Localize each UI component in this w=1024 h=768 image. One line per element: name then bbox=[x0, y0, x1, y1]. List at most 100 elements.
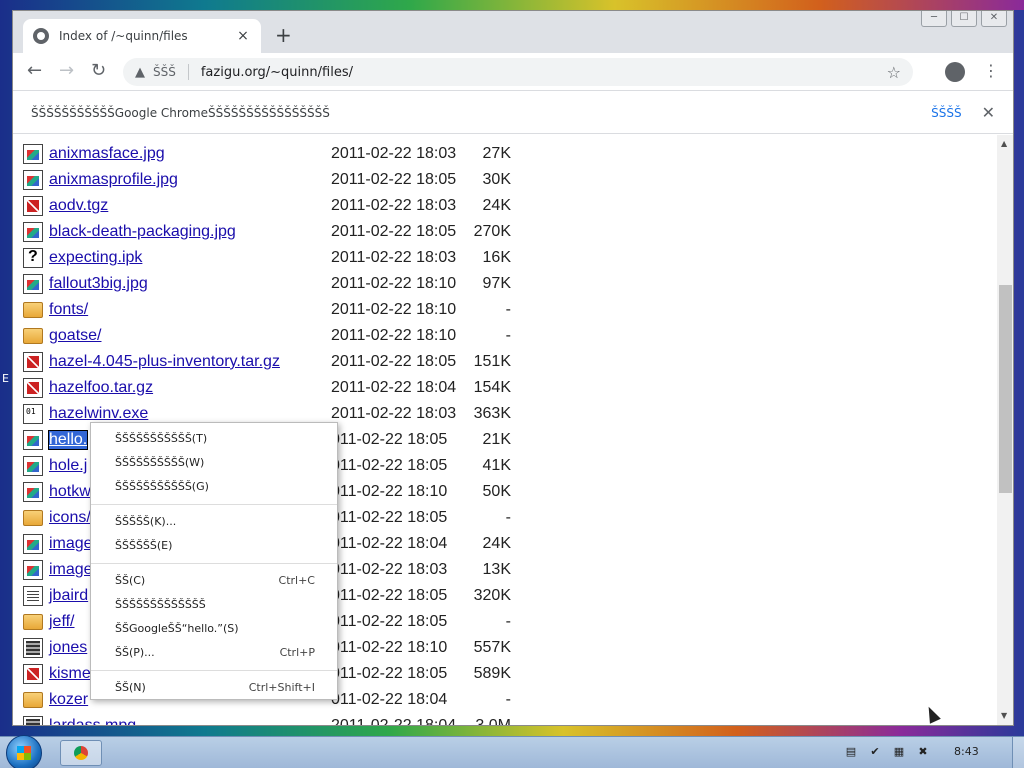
file-link[interactable]: hazel-4.045-plus-inventory.tar.gz bbox=[49, 353, 280, 371]
menu-label: ŠŠ(C) bbox=[115, 574, 146, 587]
back-button[interactable]: ← bbox=[27, 61, 42, 81]
maximize-button[interactable]: ☐ bbox=[951, 11, 977, 27]
scroll-down-arrow-icon[interactable]: ▼ bbox=[1001, 711, 1007, 720]
image-file-icon bbox=[23, 170, 43, 190]
url-text[interactable]: fazigu.org/~quinn/files/ bbox=[201, 65, 887, 80]
tab-title: Index of /~quinn/files bbox=[59, 29, 188, 43]
minimize-button[interactable]: ─ bbox=[921, 11, 947, 27]
menu-copy-link[interactable]: ŠŠŠŠŠŠ(E) bbox=[91, 535, 337, 557]
file-link[interactable]: jeff/ bbox=[49, 613, 75, 631]
file-link[interactable]: black-death-packaging.jpg bbox=[49, 223, 236, 241]
show-desktop-button[interactable] bbox=[1012, 737, 1024, 768]
file-link[interactable]: hello. bbox=[47, 430, 89, 450]
file-size: 557K bbox=[473, 639, 511, 656]
file-link[interactable]: image bbox=[49, 535, 93, 553]
file-link[interactable]: aodv.tgz bbox=[49, 197, 108, 215]
menu-label: ŠŠŠŠŠŠŠŠŠŠŠ(T) bbox=[115, 432, 208, 445]
context-menu: ŠŠŠŠŠŠŠŠŠŠŠ(T) ŠŠŠŠŠŠŠŠŠŠ(W) ŠŠŠŠŠŠŠŠŠŠŠ… bbox=[90, 422, 338, 700]
file-link[interactable]: image bbox=[49, 561, 93, 579]
menu-label: ŠŠŠŠŠŠŠŠŠŠŠŠŠ bbox=[115, 598, 206, 611]
warning-icon[interactable]: ▲ bbox=[135, 65, 145, 80]
system-tray: ▤ ✔ ▦ ✖ bbox=[844, 745, 930, 759]
menu-save-link[interactable]: ŠŠŠŠŠ(K)... bbox=[91, 511, 337, 533]
menu-copy[interactable]: ŠŠ(C) Ctrl+C bbox=[91, 570, 337, 592]
archive-file-icon bbox=[23, 352, 43, 372]
forward-button[interactable]: → bbox=[59, 61, 74, 81]
menu-open-new-tab[interactable]: ŠŠŠŠŠŠŠŠŠŠŠ(T) bbox=[91, 428, 337, 450]
menu-shortcut: Ctrl+C bbox=[278, 574, 315, 587]
menu-label: ŠŠŠŠŠŠŠŠŠŠ(W) bbox=[115, 456, 205, 469]
close-tab-icon[interactable]: × bbox=[235, 28, 251, 44]
start-button[interactable] bbox=[6, 735, 42, 768]
file-size: 97K bbox=[482, 275, 511, 292]
reload-button[interactable]: ↻ bbox=[91, 61, 106, 81]
file-size: 151K bbox=[473, 353, 511, 370]
menu-open-new-window[interactable]: ŠŠŠŠŠŠŠŠŠŠ(W) bbox=[91, 452, 337, 474]
folder-icon bbox=[23, 692, 43, 708]
volume-muted-icon[interactable]: ✖ bbox=[916, 745, 930, 759]
profile-avatar-icon[interactable] bbox=[945, 62, 965, 82]
infobar-close-icon[interactable]: ✕ bbox=[982, 103, 995, 122]
scrollbar-thumb[interactable] bbox=[999, 285, 1012, 493]
movie-file-icon bbox=[23, 716, 43, 725]
action-center-icon[interactable]: ▤ bbox=[844, 745, 858, 759]
file-size: 270K bbox=[473, 223, 511, 240]
infobar-action-button[interactable]: ŠŠŠŠ bbox=[931, 106, 961, 120]
file-link[interactable]: expecting.ipk bbox=[49, 249, 142, 267]
security-shield-icon[interactable]: ✔ bbox=[868, 745, 882, 759]
infobar-message: ŠŠŠŠŠŠŠŠŠŠŠGoogle ChromeŠŠŠŠŠŠŠŠŠŠŠŠŠŠŠŠ bbox=[31, 105, 330, 120]
image-file-icon bbox=[23, 222, 43, 242]
file-link[interactable]: kozer bbox=[49, 691, 88, 709]
file-link[interactable]: jones bbox=[49, 639, 87, 657]
menu-open-incognito[interactable]: ŠŠŠŠŠŠŠŠŠŠŠ(G) bbox=[91, 476, 337, 498]
file-link[interactable]: anixmasface.jpg bbox=[49, 145, 165, 163]
menu-copy-link-to-highlight[interactable]: ŠŠŠŠŠŠŠŠŠŠŠŠŠ bbox=[91, 594, 337, 616]
file-link[interactable]: fonts/ bbox=[49, 301, 88, 319]
file-link[interactable]: lardass.mpg bbox=[49, 717, 136, 725]
file-link[interactable]: hazelwinv.exe bbox=[49, 405, 148, 423]
globe-icon bbox=[33, 28, 49, 44]
file-link[interactable]: fallout3big.jpg bbox=[49, 275, 148, 293]
active-tab[interactable]: Index of /~quinn/files × bbox=[23, 19, 261, 53]
image-file-icon bbox=[23, 274, 43, 294]
security-label[interactable]: ŠŠŠ bbox=[153, 65, 176, 79]
unknown-file-icon bbox=[23, 248, 43, 268]
file-size: 13K bbox=[482, 561, 511, 578]
folder-icon bbox=[23, 302, 43, 318]
image-file-icon bbox=[23, 144, 43, 164]
file-size: - bbox=[505, 301, 511, 318]
bookmark-star-icon[interactable]: ☆ bbox=[887, 63, 901, 82]
chrome-menu-icon[interactable]: ⋮ bbox=[983, 61, 999, 80]
image-file-icon bbox=[23, 456, 43, 476]
menu-label: ŠŠGoogleŠŠ“hello.”(S) bbox=[115, 622, 239, 635]
scroll-up-arrow-icon[interactable]: ▲ bbox=[1001, 139, 1007, 148]
menu-print[interactable]: ŠŠ(P)... Ctrl+P bbox=[91, 642, 337, 664]
default-browser-infobar: ŠŠŠŠŠŠŠŠŠŠŠGoogle ChromeŠŠŠŠŠŠŠŠŠŠŠŠŠŠŠŠ… bbox=[13, 92, 1013, 134]
file-link[interactable]: hole.j bbox=[49, 457, 87, 475]
file-link[interactable]: anixmasprofile.jpg bbox=[49, 171, 178, 189]
file-size: 21K bbox=[482, 431, 511, 448]
file-size: 154K bbox=[473, 379, 511, 396]
file-link[interactable]: icons/ bbox=[49, 509, 91, 527]
close-window-button[interactable]: ✕ bbox=[981, 11, 1007, 27]
file-link[interactable]: kisme bbox=[49, 665, 91, 683]
network-icon[interactable]: ▦ bbox=[892, 745, 906, 759]
browser-toolbar: ← → ↻ ▲ ŠŠŠ fazigu.org/~quinn/files/ ☆ ⋮ bbox=[13, 53, 1013, 91]
taskbar-chrome-button[interactable] bbox=[60, 740, 102, 766]
address-bar[interactable]: ▲ ŠŠŠ fazigu.org/~quinn/files/ ☆ bbox=[123, 58, 913, 86]
archive-file-icon bbox=[23, 378, 43, 398]
file-link[interactable]: hotkw bbox=[49, 483, 91, 501]
new-tab-button[interactable]: + bbox=[275, 25, 292, 45]
taskbar-clock[interactable]: 8:43 bbox=[954, 745, 979, 758]
menu-label: ŠŠŠŠŠŠŠŠŠŠŠ(G) bbox=[115, 480, 209, 493]
image-file-icon bbox=[23, 482, 43, 502]
menu-search-google[interactable]: ŠŠGoogleŠŠ“hello.”(S) bbox=[91, 618, 337, 640]
file-link[interactable]: jbaird bbox=[49, 587, 88, 605]
vertical-scrollbar[interactable]: ▲ ▼ bbox=[997, 135, 1013, 725]
file-size: 41K bbox=[482, 457, 511, 474]
file-size: - bbox=[505, 613, 511, 630]
file-link[interactable]: hazelfoo.tar.gz bbox=[49, 379, 153, 397]
file-size: 320K bbox=[473, 587, 511, 604]
menu-inspect[interactable]: ŠŠ(N) Ctrl+Shift+I bbox=[91, 677, 337, 699]
file-link[interactable]: goatse/ bbox=[49, 327, 101, 345]
